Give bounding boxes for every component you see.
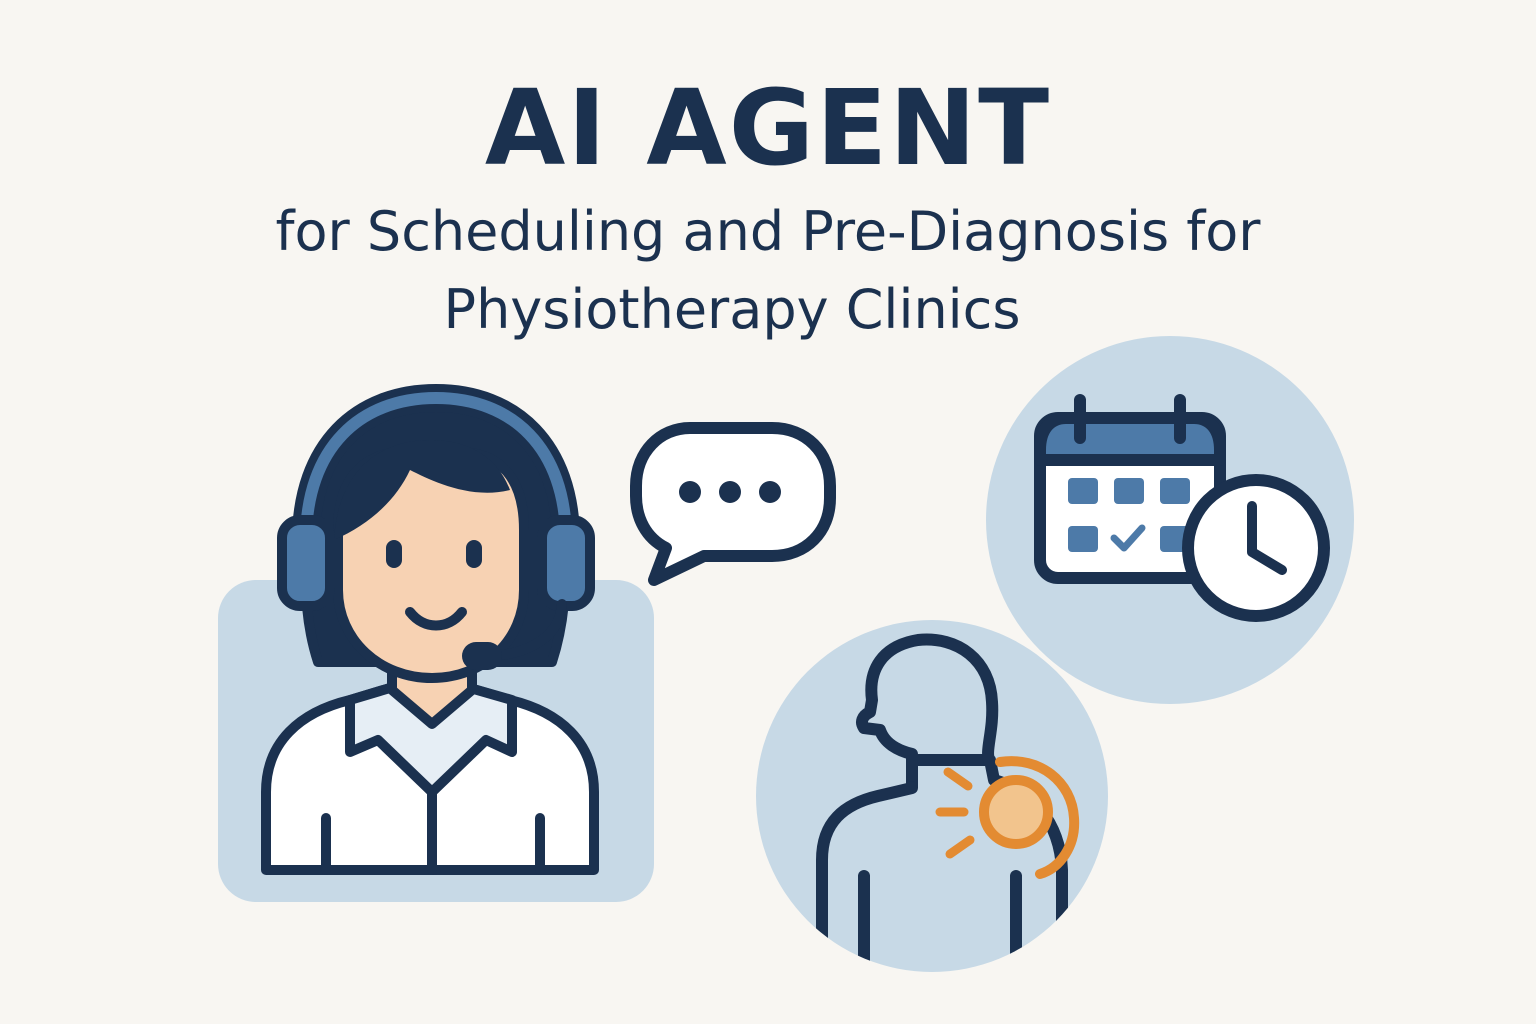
headset-agent-icon xyxy=(218,383,654,902)
agent-left-eye xyxy=(386,540,402,568)
calendar-day xyxy=(1068,478,1098,504)
patient-background-circle xyxy=(756,620,1108,972)
typing-dot-1 xyxy=(679,481,701,503)
calendar-day xyxy=(1160,478,1190,504)
agent-left-earcup xyxy=(277,515,335,611)
speech-bubble-icon xyxy=(630,422,836,586)
shoulder-pain-icon xyxy=(756,620,1108,972)
calendar-day xyxy=(1114,478,1144,504)
typing-dot-2 xyxy=(719,481,741,503)
scheduling-illustration xyxy=(986,336,1354,704)
pain-spot xyxy=(979,775,1053,849)
illustration-canvas xyxy=(218,336,1354,972)
agent-right-earcup xyxy=(537,515,595,611)
microphone-icon xyxy=(462,642,502,670)
clock-icon xyxy=(1182,474,1330,622)
agent-right-eye xyxy=(466,540,482,568)
calendar-day xyxy=(1068,526,1098,552)
typing-dot-3 xyxy=(759,481,781,503)
